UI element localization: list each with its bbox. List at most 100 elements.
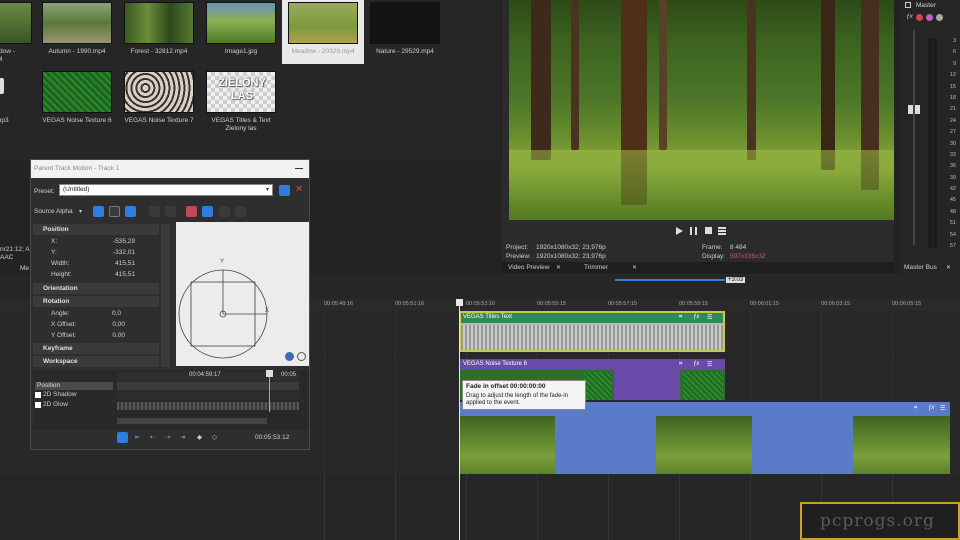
save-preset-icon[interactable]	[279, 185, 290, 196]
menu-icon[interactable]: ☰	[940, 405, 945, 412]
workspace-canvas[interactable]: Y X	[176, 222, 309, 366]
media-thumb-noise-texture-7[interactable]	[124, 71, 194, 113]
add-keyframe-icon[interactable]: ◆	[197, 433, 202, 441]
fx-icon[interactable]: ƒx	[928, 405, 934, 411]
position-section[interactable]: Position	[33, 224, 159, 235]
ruler-label: 00:05:49:16	[324, 301, 354, 307]
media-thumb-meadow-partial[interactable]	[0, 2, 32, 44]
media-thumb-meadow	[288, 2, 358, 44]
scale-about-center-icon[interactable]	[202, 206, 213, 217]
delete-keyframe-icon[interactable]: ◇	[212, 433, 217, 441]
workspace-section[interactable]: Workspace	[33, 356, 159, 367]
clip-forest-video[interactable]: ⌗ ƒx ☰	[459, 402, 950, 474]
kf-scrollbar[interactable]	[117, 418, 267, 424]
project-media-bin: ...adow - mp4 Autumn - 1990.mp4 Forest -…	[0, 0, 500, 160]
meter-scale-label: 24	[949, 117, 956, 124]
height-value[interactable]: 415,51	[115, 269, 135, 280]
media-thumb-titles-text[interactable]: ZIELONY LAS	[206, 71, 276, 113]
rotation-section[interactable]: Rotation	[33, 296, 159, 307]
media-item-selected[interactable]: Meadow - 20329.mp4	[282, 0, 364, 64]
width-value[interactable]: 415,51	[115, 258, 135, 269]
kf-cursor-handle[interactable]	[266, 370, 273, 377]
meter-scale-label: 36	[949, 163, 956, 170]
first-keyframe-icon[interactable]: ⇤	[135, 433, 140, 441]
tab-close-icon[interactable]: ✕	[946, 264, 951, 271]
keyframe-section[interactable]: Keyframe	[33, 343, 159, 354]
tab-close-icon[interactable]: ✕	[556, 264, 561, 271]
crop-icon[interactable]: ⌗	[679, 314, 682, 321]
tab-close-icon[interactable]: ✕	[632, 264, 637, 271]
tab-trimmer[interactable]: Trimmer	[584, 264, 608, 271]
master-bus-tab[interactable]: Master Bus	[904, 264, 937, 271]
solo-icon[interactable]	[936, 14, 943, 21]
preset-dropdown[interactable]: (Untitled) ▾	[59, 184, 273, 196]
media-thumb-noise-texture-6[interactable]	[42, 71, 112, 113]
effects-icon[interactable]	[916, 14, 923, 21]
master-toggle-icon[interactable]	[905, 2, 911, 8]
mute-icon[interactable]	[926, 14, 933, 21]
meter-scale-label: 30	[949, 140, 956, 147]
tooltip-body: Drag to adjust the length of the fade-in…	[466, 393, 569, 406]
kf-track-position[interactable]: Position	[35, 382, 113, 390]
clip-titles-text[interactable]: VEGAS Titles Text ⌗ ƒx ☰	[459, 311, 725, 352]
orientation-section[interactable]: Orientation	[33, 283, 159, 294]
media-label: ...adow - mp4	[0, 48, 15, 63]
prevent-size-x-icon[interactable]	[219, 206, 230, 217]
edit-in-object-space-icon[interactable]	[125, 206, 136, 217]
lock-aspect-icon[interactable]	[186, 206, 197, 217]
fx-icon[interactable]: ƒx	[693, 361, 699, 367]
sync-cursor-icon[interactable]	[117, 432, 128, 443]
kf-track-2d-glow: 2D Glow	[43, 401, 68, 408]
prevent-move-y-icon[interactable]	[165, 206, 176, 217]
fx-icon[interactable]: ƒx	[906, 13, 913, 20]
prevent-move-x-icon[interactable]	[149, 206, 160, 217]
kf-lane-position[interactable]	[117, 382, 299, 390]
crop-icon[interactable]: ⌗	[679, 361, 682, 368]
media-thumb-autumn[interactable]	[42, 2, 112, 44]
playhead-handle[interactable]	[456, 299, 463, 306]
kf-cursor[interactable]	[269, 376, 270, 412]
prevent-size-y-icon[interactable]	[235, 206, 246, 217]
width-label: Width:	[51, 260, 70, 267]
media-thumb-nature[interactable]	[370, 2, 440, 44]
angle-value[interactable]: 0,0	[112, 308, 121, 319]
menu-icon[interactable]	[718, 227, 726, 235]
loop-region-bar[interactable]	[615, 279, 725, 281]
frame-label: Frame:	[702, 244, 723, 251]
properties-scrollbar[interactable]	[161, 224, 170, 367]
playhead[interactable]	[459, 299, 460, 540]
snap-icon[interactable]	[109, 206, 120, 217]
tab-video-preview[interactable]: Video Preview	[508, 264, 549, 271]
move-view-icon[interactable]	[297, 352, 306, 361]
audio-file-icon[interactable]	[0, 78, 4, 94]
clip-noise-label: VEGAS Noise Texture 6	[463, 361, 527, 367]
xoffset-value[interactable]: 0,00	[112, 319, 125, 330]
kf-lane-shadow[interactable]	[117, 392, 299, 400]
checkbox-2d-shadow[interactable]	[35, 392, 41, 398]
menu-icon[interactable]: ☰	[707, 314, 712, 321]
x-value[interactable]: -535,29	[113, 236, 135, 247]
prev-keyframe-icon[interactable]: ⇠	[150, 433, 155, 441]
minimize-icon[interactable]	[295, 168, 303, 169]
last-keyframe-icon[interactable]: ⇥	[180, 433, 185, 441]
media-thumb-image1[interactable]	[206, 2, 276, 44]
play-icon[interactable]	[676, 227, 683, 235]
menu-icon[interactable]: ☰	[707, 361, 712, 368]
yoffset-value[interactable]: 0,00	[112, 330, 125, 341]
next-keyframe-icon[interactable]: ⇢	[165, 433, 170, 441]
partial-tab[interactable]: Me	[20, 265, 29, 272]
pause-icon[interactable]	[690, 227, 697, 235]
zoom-icon[interactable]	[285, 352, 294, 361]
y-value[interactable]: -332,01	[113, 247, 135, 258]
source-alpha-dropdown[interactable]: Source Alpha	[34, 208, 73, 215]
checkbox-2d-glow[interactable]	[35, 402, 41, 408]
crop-icon[interactable]: ⌗	[914, 405, 917, 412]
enable-rotation-icon[interactable]	[93, 206, 104, 217]
media-thumb-forest[interactable]	[124, 2, 194, 44]
fx-icon[interactable]: ƒx	[693, 314, 699, 320]
delete-preset-icon[interactable]: ✕	[295, 184, 303, 195]
rotation-head: Rotation	[43, 298, 70, 305]
media-label: VEGAS Titles & Text Zielony las	[211, 117, 271, 132]
kf-lane-glow[interactable]	[117, 402, 299, 410]
stop-icon[interactable]	[705, 227, 712, 234]
